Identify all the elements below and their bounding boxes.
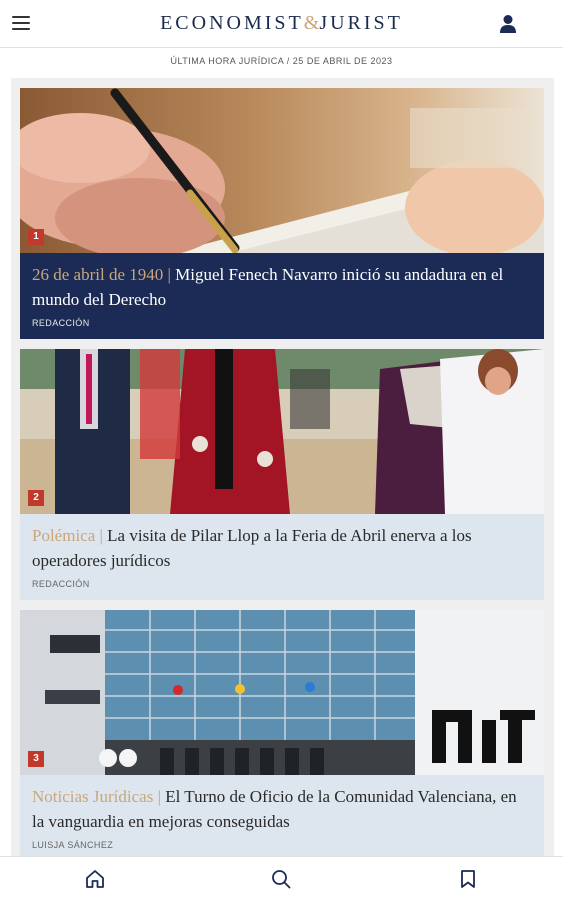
article-feed: 1 26 de abril de 1940 | Miguel Fenech Na… — [11, 78, 554, 856]
kicker-separator: | — [99, 526, 103, 545]
article-text-panel[interactable]: Noticias Jurídicas | El Turno de Oficio … — [20, 775, 544, 856]
bookmark-icon[interactable] — [457, 868, 479, 890]
article-card[interactable]: 3 Noticias Jurídicas | El Turno de Ofici… — [20, 610, 544, 856]
kicker-separator: | — [167, 265, 171, 284]
logo-text-right: JURIST — [319, 12, 403, 34]
article-author: REDACCIÓN — [32, 579, 90, 589]
article-author: REDACCIÓN — [32, 318, 90, 328]
pen-signing-document-photo[interactable]: 1 — [20, 88, 544, 253]
top-app-bar: ECONOMIST&JURIST — [0, 0, 563, 48]
article-headline[interactable]: 26 de abril de 1940 | Miguel Fenech Nava… — [32, 262, 532, 312]
article-headline[interactable]: Noticias Jurídicas | El Turno de Oficio … — [32, 784, 532, 834]
bottom-navigation — [0, 856, 563, 900]
search-icon[interactable] — [270, 868, 292, 890]
user-icon[interactable] — [499, 14, 517, 34]
logo-text-left: ECONOMIST — [160, 12, 304, 34]
kicker-separator: | — [157, 787, 161, 806]
article-kicker: Noticias Jurídicas — [32, 787, 154, 806]
rank-badge: 1 — [28, 229, 44, 245]
article-author: LUISJA SÁNCHEZ — [32, 840, 114, 850]
site-logo[interactable]: ECONOMIST&JURIST — [0, 12, 563, 35]
rank-badge: 2 — [28, 490, 44, 506]
home-icon[interactable] — [84, 868, 106, 890]
feria-de-abril-flamenco-dresses-photo[interactable]: 2 — [20, 349, 544, 514]
article-text-panel[interactable]: Polémica | La visita de Pilar Llop a la … — [20, 514, 544, 600]
article-card[interactable]: 2 Polémica | La visita de Pilar Llop a l… — [20, 349, 544, 600]
breaking-news-date-bar: ÚLTIMA HORA JURÍDICA / 25 DE ABRIL DE 20… — [0, 48, 563, 74]
logo-ampersand: & — [303, 12, 320, 34]
article-card[interactable]: 1 26 de abril de 1940 | Miguel Fenech Na… — [20, 88, 544, 339]
article-text-panel[interactable]: 26 de abril de 1940 | Miguel Fenech Nava… — [20, 253, 544, 339]
ciutat-de-la-justicia-building-photo[interactable]: 3 — [20, 610, 544, 775]
article-headline[interactable]: Polémica | La visita de Pilar Llop a la … — [32, 523, 532, 573]
article-kicker: Polémica — [32, 526, 96, 545]
article-kicker: 26 de abril de 1940 — [32, 265, 164, 284]
rank-badge: 3 — [28, 751, 44, 767]
article-title: La visita de Pilar Llop a la Feria de Ab… — [32, 526, 472, 570]
